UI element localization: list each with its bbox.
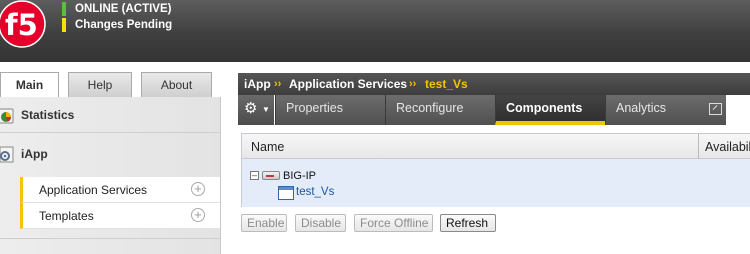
left-tab-strip: Main Help About (0, 72, 220, 98)
nav-item-label: Application Services (39, 183, 148, 197)
force-offline-button[interactable]: Force Offline (354, 214, 433, 232)
tab-properties[interactable]: Properties (275, 95, 385, 125)
breadcrumb-current: test_Vs (425, 77, 468, 91)
f5-logo[interactable]: f5 (0, 0, 48, 48)
tab-about[interactable]: About (141, 72, 212, 97)
column-availability[interactable]: Availabil (705, 140, 750, 154)
nav-iapp[interactable]: iApp (0, 136, 220, 172)
plus-circle-icon[interactable]: + (191, 208, 205, 222)
column-divider[interactable] (698, 134, 699, 160)
status-changes-pending[interactable]: Changes Pending (62, 18, 172, 32)
status-online: ONLINE (ACTIVE) (62, 2, 171, 16)
tree-node-label: BIG-IP (283, 170, 317, 182)
tree-node-link[interactable]: test_Vs (296, 186, 334, 198)
components-grid-header: Name Availabil (241, 133, 750, 160)
nav-statistics-label: Statistics (21, 108, 75, 122)
enable-button[interactable]: Enable (241, 214, 287, 232)
app-service-icon (278, 186, 294, 200)
plus-circle-icon[interactable]: + (191, 182, 205, 196)
column-name[interactable]: Name (251, 140, 284, 154)
breadcrumb-iapp[interactable]: iApp (244, 77, 271, 91)
nav-statistics[interactable]: Statistics (0, 97, 220, 133)
pie-chart-icon (0, 108, 14, 124)
popout-icon[interactable] (709, 103, 722, 115)
main-tab-bar: ⚙ ▼ Properties Reconfigure Components Ana… (238, 95, 750, 125)
components-tree: – BIG-IP test_Vs (241, 159, 750, 207)
tab-main[interactable]: Main (0, 72, 59, 98)
nav-item-templates[interactable]: Templates + (20, 203, 220, 229)
tab-analytics-label: Analytics (616, 101, 667, 115)
tab-analytics[interactable]: Analytics (605, 95, 726, 125)
left-nav-panel: Statistics iApp Application Services + T… (0, 97, 221, 254)
gear-icon: ⚙ (244, 100, 258, 117)
nav-iapp-label: iApp (21, 147, 48, 161)
refresh-button[interactable]: Refresh (440, 214, 496, 232)
tab-bar-spacer (726, 95, 750, 125)
disable-button[interactable]: Disable (295, 214, 346, 232)
breadcrumb-application-services[interactable]: Application Services (289, 77, 407, 91)
breadcrumb-separator: ›› (274, 78, 282, 90)
svg-text:f5: f5 (5, 8, 38, 42)
caret-down-icon: ▼ (262, 105, 270, 114)
gear-doc-icon (0, 146, 14, 163)
nav-item-application-services[interactable]: Application Services + (20, 177, 220, 203)
gear-menu-button[interactable]: ⚙ ▼ (238, 95, 274, 125)
breadcrumb-separator: ›› (409, 78, 417, 90)
nav-divider (0, 238, 220, 239)
collapse-icon[interactable]: – (250, 171, 259, 180)
nav-item-label: Templates (39, 209, 94, 223)
top-banner: f5 ONLINE (ACTIVE) Changes Pending (0, 0, 750, 62)
tab-components[interactable]: Components (495, 95, 605, 125)
breadcrumb: iApp ›› Application Services ›› test_Vs (238, 73, 750, 95)
tab-help[interactable]: Help (68, 72, 132, 97)
device-icon (262, 171, 280, 180)
tab-reconfigure[interactable]: Reconfigure (385, 95, 495, 125)
